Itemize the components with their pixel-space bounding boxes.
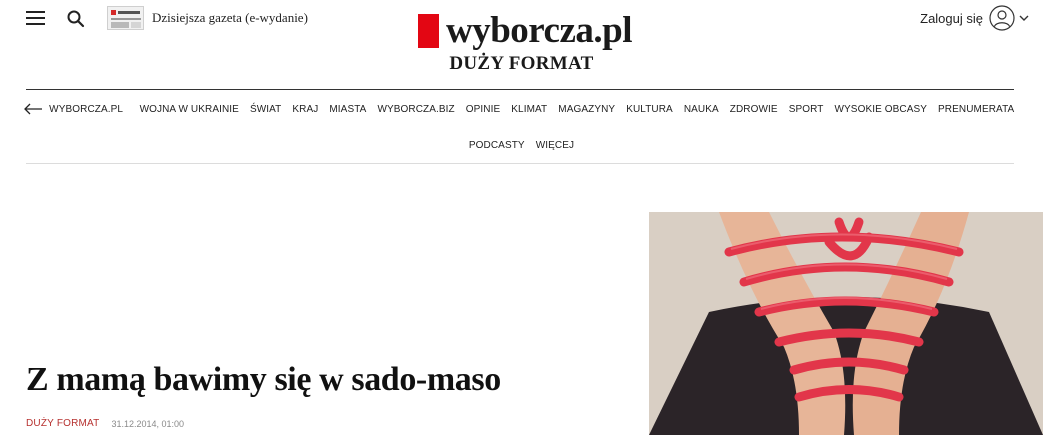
article-headline[interactable]: Z mamą bawimy się w sado-maso (26, 361, 501, 399)
login-label: Zaloguj się (920, 10, 983, 26)
search-icon[interactable] (66, 9, 86, 29)
logo-mark (418, 14, 439, 48)
main-nav: WYBORCZA.PL WOJNA W UKRAINIE ŚWIAT KRAJ MIA… (0, 101, 1043, 117)
nav-item[interactable]: WOJNA W UKRAINIE (140, 104, 239, 115)
avatar-icon (989, 5, 1015, 31)
nav-item[interactable]: ŚWIAT (250, 104, 281, 115)
chevron-down-icon (1019, 15, 1029, 21)
epaper-label: Dzisiejsza gazeta (e-wydanie) (152, 10, 308, 25)
logo[interactable]: wyborcza.pl (418, 10, 633, 51)
nav-item[interactable]: WYSOKIE OBCASY (834, 104, 927, 115)
nav-back-link[interactable]: WYBORCZA.PL (23, 103, 123, 115)
nav-item[interactable]: OPINIE (466, 104, 501, 115)
menu-icon[interactable] (26, 11, 45, 26)
nav-item[interactable]: PODCASTY (469, 140, 525, 151)
arrow-left-icon (24, 103, 43, 115)
logo-text: wyborcza.pl (446, 10, 633, 51)
nav-item[interactable]: WIĘCEJ (536, 140, 574, 151)
epaper-thumbnail (107, 6, 144, 30)
nav-item[interactable]: PRENUMERATA (938, 104, 1014, 115)
article-section-link[interactable]: DUŻY FORMAT (26, 418, 100, 429)
nav-item[interactable]: MAGAZYNY (558, 104, 615, 115)
nav-item-label: WYBORCZA.PL (49, 103, 124, 115)
article-meta: DUŻY FORMAT 31.12.2014, 01:00 (26, 418, 184, 429)
nav-divider-bottom (26, 163, 1014, 164)
main-nav-secondary: PODCASTY WIĘCEJ (0, 137, 1043, 153)
login-button[interactable]: Zaloguj się (920, 5, 1029, 31)
section-title[interactable]: DUŻY FORMAT (0, 53, 1043, 75)
nav-item[interactable]: NAUKA (684, 104, 719, 115)
article-date: 31.12.2014, 01:00 (111, 418, 185, 429)
nav-divider-top (26, 89, 1014, 90)
epaper-link[interactable]: Dzisiejsza gazeta (e-wydanie) (107, 6, 308, 30)
nav-item[interactable]: SPORT (789, 104, 824, 115)
article-hero-image[interactable] (649, 212, 1043, 435)
nav-item[interactable]: ZDROWIE (730, 104, 778, 115)
nav-item[interactable]: KLIMAT (511, 104, 547, 115)
nav-item[interactable]: WYBORCZA.BIZ (377, 104, 454, 115)
nav-item[interactable]: MIASTA (329, 104, 366, 115)
nav-item[interactable]: KRAJ (292, 104, 318, 115)
nav-item[interactable]: KULTURA (626, 104, 673, 115)
